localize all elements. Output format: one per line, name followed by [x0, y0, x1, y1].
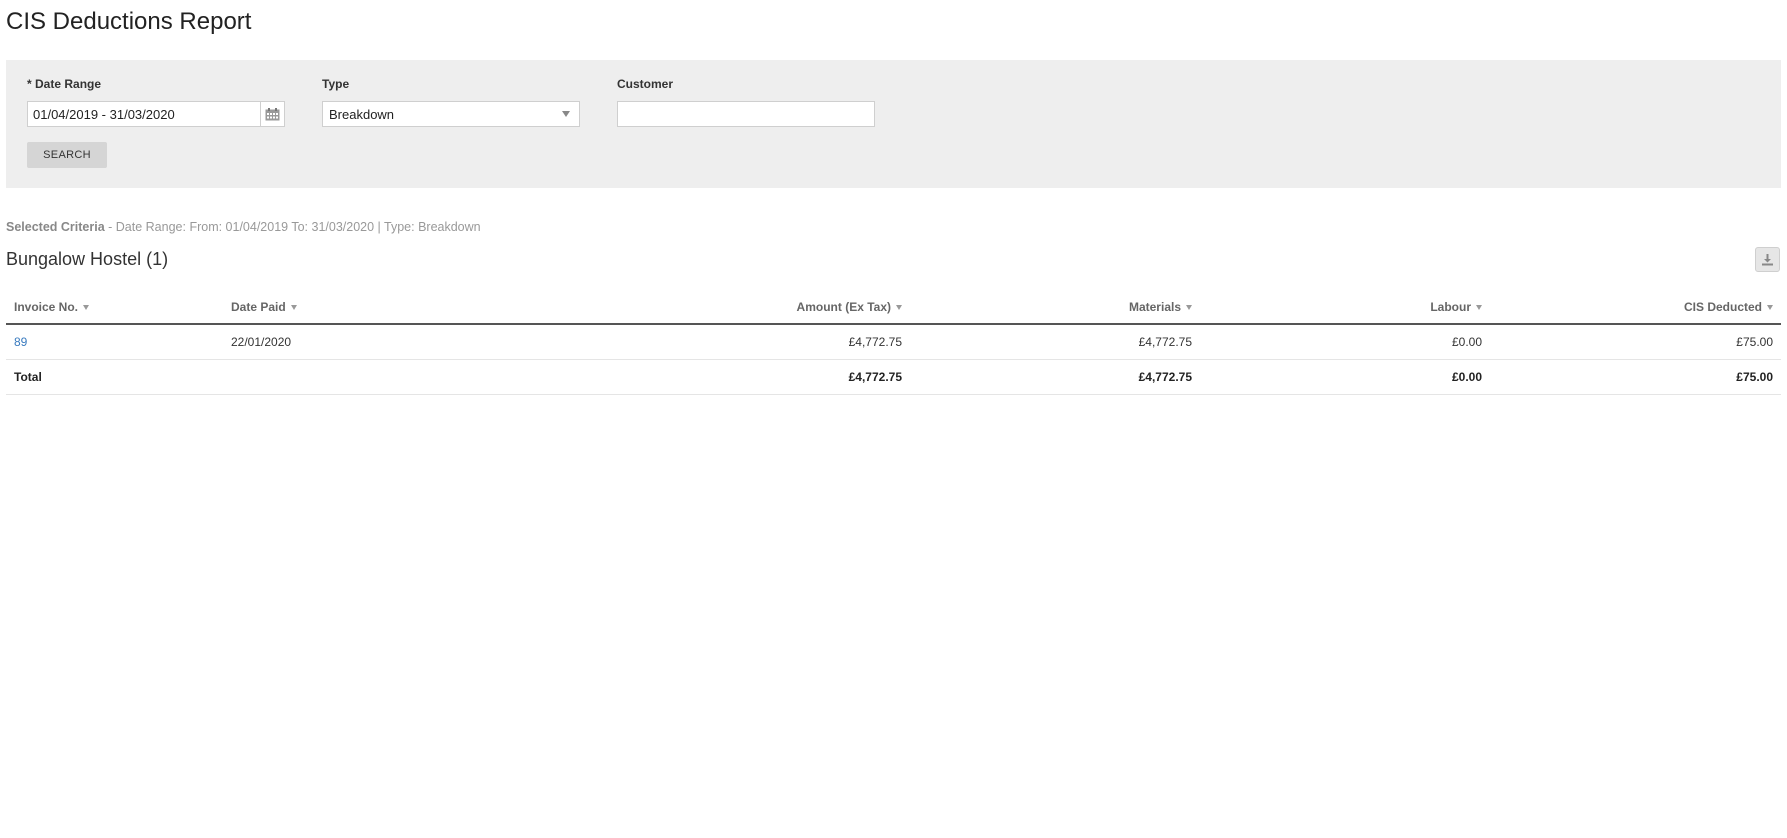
search-button[interactable]: SEARCH — [27, 142, 107, 168]
total-cis-deducted: £75.00 — [1490, 359, 1781, 395]
total-label: Total — [6, 359, 223, 395]
total-amount: £4,772.75 — [620, 359, 910, 395]
total-row: Total £4,772.75 £4,772.75 £0.00 £75.00 — [6, 359, 1781, 395]
criteria-text: - Date Range: From: 01/04/2019 To: 31/03… — [104, 220, 481, 234]
column-header-labour[interactable]: Labour — [1200, 290, 1490, 325]
materials-cell: £4,772.75 — [910, 324, 1200, 360]
type-label: Type — [322, 77, 350, 91]
total-materials: £4,772.75 — [910, 359, 1200, 395]
selected-criteria: Selected Criteria - Date Range: From: 01… — [6, 220, 481, 234]
amount-cell: £4,772.75 — [620, 324, 910, 360]
date-paid-cell: 22/01/2020 — [223, 324, 620, 360]
download-icon — [1762, 254, 1773, 266]
report-table: Invoice No. Date Paid Amount (Ex Tax) Ma… — [6, 290, 1781, 395]
calendar-icon — [265, 107, 280, 120]
column-header-amount[interactable]: Amount (Ex Tax) — [620, 290, 910, 325]
customer-label: Customer — [617, 77, 674, 91]
sort-down-icon — [1767, 304, 1773, 310]
date-range-group — [27, 101, 285, 127]
column-header-date-paid[interactable]: Date Paid — [223, 290, 620, 325]
invoice-link[interactable]: 89 — [14, 335, 27, 349]
group-title: Bungalow Hostel (1) — [6, 249, 169, 269]
type-select-value: Breakdown — [329, 107, 395, 122]
export-button[interactable] — [1755, 247, 1780, 272]
labour-cell: £0.00 — [1200, 324, 1490, 360]
date-range-label: * Date Range — [27, 77, 102, 91]
sort-down-icon — [290, 304, 297, 310]
sort-down-icon — [1476, 304, 1482, 310]
type-select[interactable]: Breakdown — [322, 101, 580, 127]
chevron-down-icon — [562, 111, 570, 117]
column-header-invoice-no[interactable]: Invoice No. — [6, 290, 223, 325]
column-header-materials[interactable]: Materials — [910, 290, 1200, 325]
total-labour: £0.00 — [1200, 359, 1490, 395]
sort-down-icon — [896, 304, 902, 310]
criteria-heading: Selected Criteria — [6, 220, 105, 234]
invoice-no-cell: 89 — [6, 324, 223, 360]
customer-input[interactable] — [617, 101, 875, 127]
sort-down-icon — [83, 304, 90, 310]
table-header-row: Invoice No. Date Paid Amount (Ex Tax) Ma… — [6, 290, 1781, 325]
date-range-input[interactable] — [27, 101, 260, 127]
table-row: 89 22/01/2020 £4,772.75 £4,772.75 £0.00 … — [6, 324, 1781, 360]
date-picker-button[interactable] — [260, 101, 285, 127]
page-title: CIS Deductions Report — [6, 8, 252, 35]
sort-down-icon — [1186, 304, 1192, 310]
cis-deducted-cell: £75.00 — [1490, 324, 1781, 360]
column-header-cis-deducted[interactable]: CIS Deducted — [1490, 290, 1781, 325]
total-empty-cell — [223, 359, 620, 395]
filter-panel: * Date Range Type Breakdown Customer SEA… — [6, 60, 1781, 188]
